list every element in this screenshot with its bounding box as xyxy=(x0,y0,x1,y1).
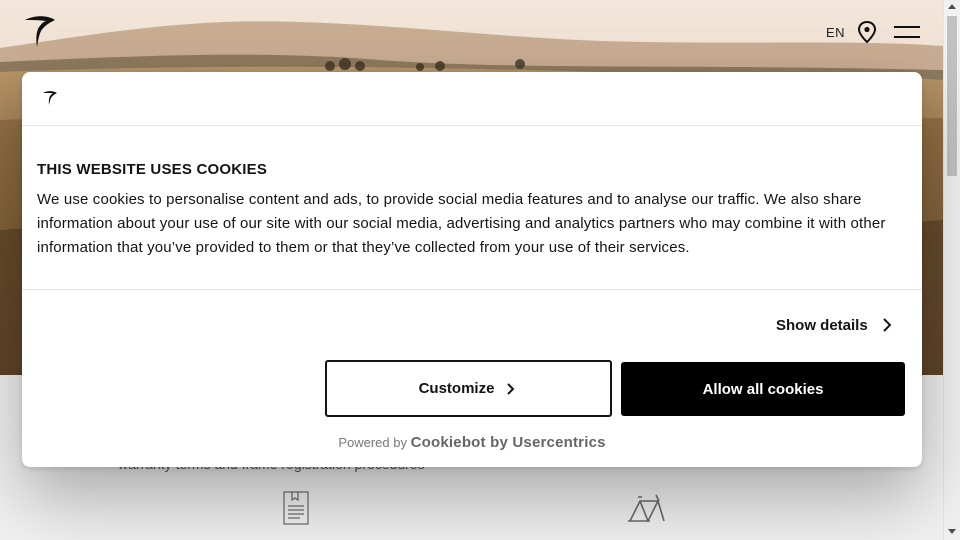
page-scrollbar[interactable] xyxy=(943,0,960,540)
cookie-dialog-body: We use cookies to personalise content an… xyxy=(37,191,886,256)
chevron-right-icon xyxy=(882,318,892,332)
dialog-header xyxy=(22,72,922,126)
customize-button[interactable]: Customize xyxy=(325,360,612,417)
allow-all-cookies-button[interactable]: Allow all cookies xyxy=(621,362,905,416)
show-details-label: Show details xyxy=(776,316,868,334)
allow-all-label: Allow all cookies xyxy=(702,380,824,398)
menu-line xyxy=(894,36,920,38)
scroll-up-arrow-icon[interactable] xyxy=(948,4,956,9)
location-pin-icon[interactable] xyxy=(857,21,877,43)
language-selector[interactable]: EN xyxy=(826,25,845,40)
bike-frame-icon xyxy=(628,494,665,522)
site-logo-icon[interactable] xyxy=(22,14,58,50)
hamburger-menu-icon[interactable] xyxy=(894,24,920,40)
divider xyxy=(22,289,922,290)
show-details-link[interactable]: Show details xyxy=(776,316,896,334)
menu-line xyxy=(894,26,920,28)
scroll-down-arrow-icon[interactable] xyxy=(948,529,956,534)
cookie-consent-dialog: THIS WEBSITE USES COOKIES We use cookies… xyxy=(22,72,922,467)
dialog-logo-icon xyxy=(43,91,57,105)
powered-by: Powered by Cookiebot by Usercentrics xyxy=(22,434,922,451)
powered-by-prefix: Powered by xyxy=(338,435,407,450)
document-icon xyxy=(283,491,309,525)
cookie-dialog-title: THIS WEBSITE USES COOKIES xyxy=(37,161,268,178)
customize-label: Customize xyxy=(418,380,495,397)
cookiebot-brand-link[interactable]: Cookiebot by Usercentrics xyxy=(411,434,606,451)
chevron-right-icon xyxy=(507,382,515,395)
scrollbar-thumb[interactable] xyxy=(947,16,957,176)
